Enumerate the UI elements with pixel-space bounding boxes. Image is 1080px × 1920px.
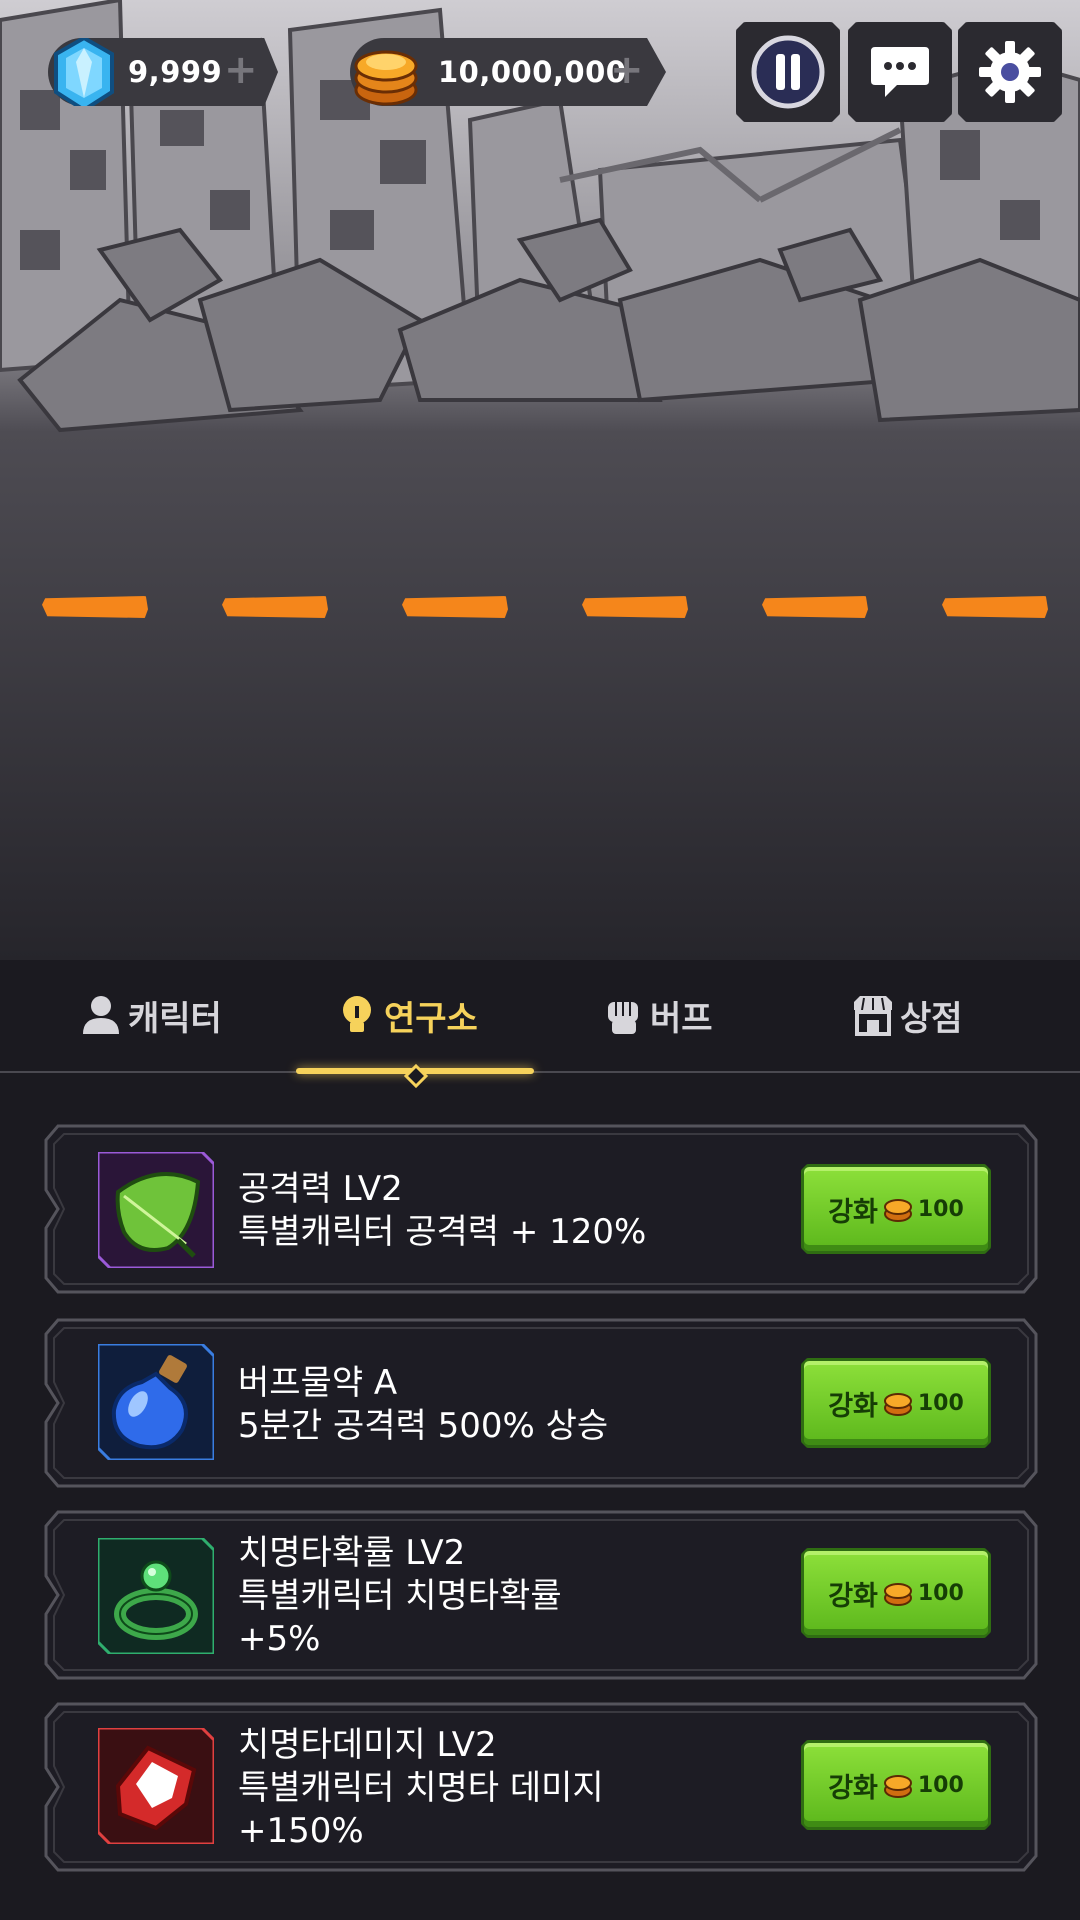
tab-shop[interactable]: 상점 bbox=[852, 980, 963, 1050]
research-title: 버프물약 A bbox=[238, 1363, 398, 1403]
road-dash bbox=[582, 596, 688, 618]
upgrade-label: 강화 bbox=[828, 1390, 878, 1422]
add-coins-button[interactable]: + bbox=[610, 50, 644, 90]
upgrade-button[interactable]: 강화 100 bbox=[801, 1740, 991, 1830]
tab-bar: 캐릭터 연구소 버프 상점 bbox=[0, 980, 1080, 1076]
research-item-buff-potion: 버프물약 A 5분간 공격력 500% 상승 강화 100 bbox=[44, 1312, 1038, 1494]
pause-icon bbox=[751, 35, 825, 109]
tab-label: 상점 bbox=[900, 998, 963, 1039]
settings-gear-icon bbox=[979, 41, 1041, 103]
upgrade-button[interactable]: 강화 100 bbox=[801, 1358, 991, 1448]
chat-icon bbox=[871, 47, 929, 97]
upgrade-label: 강화 bbox=[828, 1580, 878, 1612]
ring-icon bbox=[98, 1538, 214, 1654]
road-dash bbox=[222, 596, 328, 618]
tab-divider bbox=[0, 1071, 1080, 1073]
diamond-marker-icon bbox=[404, 1064, 428, 1088]
research-item-crit-damage: 치명타데미지 LV2 특별캐릭터 치명타 데미지 +150% 강화 100 bbox=[44, 1696, 1038, 1878]
potion-icon bbox=[98, 1344, 214, 1460]
research-description: 5분간 공격력 500% 상승 bbox=[238, 1406, 609, 1446]
tab-label: 버프 bbox=[650, 998, 713, 1039]
leaf-icon bbox=[98, 1152, 214, 1268]
coin-icon bbox=[883, 1393, 912, 1416]
upgrade-button[interactable]: 강화 100 bbox=[801, 1548, 991, 1638]
tab-buff[interactable]: 버프 bbox=[602, 980, 713, 1050]
shop-icon bbox=[854, 996, 892, 1036]
gem-icon bbox=[54, 38, 114, 106]
research-description: +5% bbox=[238, 1619, 321, 1659]
upgrade-label: 강화 bbox=[828, 1196, 878, 1228]
fist-icon bbox=[608, 1002, 638, 1034]
coin-icon bbox=[883, 1583, 912, 1606]
upgrade-cost: 100 bbox=[917, 1196, 964, 1222]
upgrade-cost: 100 bbox=[917, 1390, 964, 1416]
upgrade-button[interactable]: 강화 100 bbox=[801, 1164, 991, 1254]
road-dash bbox=[762, 596, 868, 618]
ruined-city-background bbox=[0, 0, 1080, 960]
pause-button[interactable] bbox=[736, 22, 840, 122]
add-gems-button[interactable]: + bbox=[224, 50, 258, 90]
road-dash bbox=[42, 596, 148, 618]
research-description: +150% bbox=[238, 1811, 364, 1851]
chat-button[interactable] bbox=[848, 22, 952, 122]
research-description: 특별캐릭터 공격력 + 120% bbox=[238, 1212, 647, 1252]
ruby-icon bbox=[98, 1728, 214, 1844]
road-dash bbox=[402, 596, 508, 618]
research-description: 특별캐릭터 치명타 데미지 bbox=[238, 1768, 604, 1808]
research-title: 치명타데미지 LV2 bbox=[238, 1725, 497, 1765]
research-description: 특별캐릭터 치명타확률 bbox=[238, 1576, 562, 1616]
research-title: 공격력 LV2 bbox=[238, 1169, 403, 1209]
coin-stack-icon bbox=[354, 50, 418, 106]
research-item-attack: 공격력 LV2 특별캐릭터 공격력 + 120% 강화 100 bbox=[44, 1118, 1038, 1300]
research-title: 치명타확률 LV2 bbox=[238, 1533, 466, 1573]
ruins-illustration bbox=[0, 0, 1080, 960]
tab-character[interactable]: 캐릭터 bbox=[80, 980, 222, 1050]
lightbulb-icon bbox=[343, 996, 371, 1032]
coin-icon bbox=[883, 1775, 912, 1798]
gem-count: 9,999 bbox=[128, 55, 223, 89]
coin-icon bbox=[883, 1199, 912, 1222]
tab-lab[interactable]: 연구소 bbox=[336, 980, 478, 1050]
settings-button[interactable] bbox=[958, 22, 1062, 122]
upgrade-label: 강화 bbox=[828, 1772, 878, 1804]
coin-currency[interactable]: 10,000,000 + bbox=[350, 38, 666, 106]
tab-label: 연구소 bbox=[384, 998, 478, 1039]
person-icon bbox=[83, 996, 119, 1034]
upgrade-cost: 100 bbox=[917, 1580, 964, 1606]
tab-label: 캐릭터 bbox=[128, 998, 222, 1039]
coin-count: 10,000,000 bbox=[438, 55, 627, 89]
research-item-crit-rate: 치명타확률 LV2 특별캐릭터 치명타확률 +5% 강화 100 bbox=[44, 1504, 1038, 1686]
gem-currency[interactable]: 9,999 + bbox=[48, 38, 278, 106]
road-dash bbox=[942, 596, 1048, 618]
upgrade-cost: 100 bbox=[917, 1772, 964, 1798]
